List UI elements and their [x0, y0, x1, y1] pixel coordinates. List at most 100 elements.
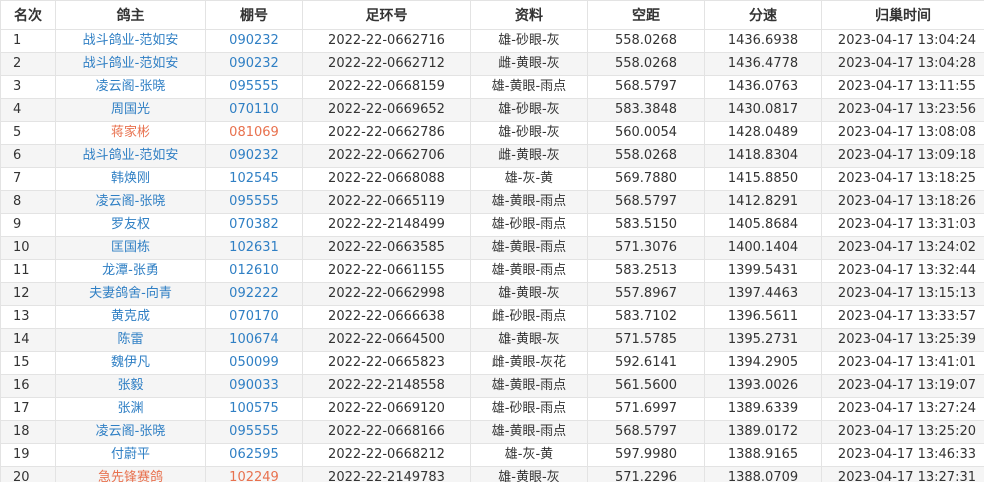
table-row[interactable]: 5 蒋家彬 081069 2022-22-0662786 雄-砂眼-灰 560.0054 1… [0, 121, 984, 145]
cell-loft-link[interactable]: 102545 [205, 167, 303, 191]
cell-arrival-time: 2023-04-17 13:24:02 [821, 236, 984, 260]
cell-rank: 19 [0, 443, 56, 467]
cell-owner-link[interactable]: 匡国栋 [55, 236, 206, 260]
table-row[interactable]: 11 龙潭-张勇 012610 2022-22-0661155 雄-黄眼-雨点 583.2… [0, 259, 984, 283]
header-loft[interactable]: 棚号 [205, 0, 303, 30]
cell-owner-link[interactable]: 魏伊凡 [55, 351, 206, 375]
table-row[interactable]: 3 凌云阁-张晓 095555 2022-22-0668159 雄-黄眼-雨点 568.5… [0, 75, 984, 99]
cell-ring-number: 2022-22-0664500 [302, 328, 471, 352]
table-row[interactable]: 10 匡国栋 102631 2022-22-0663585 雄-黄眼-雨点 571.307… [0, 236, 984, 260]
cell-info: 雄-砂眼-灰 [470, 29, 588, 53]
cell-loft-link[interactable]: 050099 [205, 351, 303, 375]
cell-owner-link[interactable]: 战斗鸽业-范如安 [55, 29, 206, 53]
cell-loft-link[interactable]: 070110 [205, 98, 303, 122]
cell-arrival-time: 2023-04-17 13:04:24 [821, 29, 984, 53]
cell-owner-link[interactable]: 蒋家彬 [55, 121, 206, 145]
cell-owner-link[interactable]: 战斗鸽业-范如安 [55, 52, 206, 76]
cell-arrival-time: 2023-04-17 13:15:13 [821, 282, 984, 306]
cell-owner-link[interactable]: 张毅 [55, 374, 206, 398]
cell-info: 雄-黄眼-雨点 [470, 75, 588, 99]
cell-loft-link[interactable]: 070170 [205, 305, 303, 329]
header-speed[interactable]: 分速 [704, 0, 822, 30]
table-row[interactable]: 19 付蔚平 062595 2022-22-0668212 雄-灰-黄 597.9980 1… [0, 443, 984, 467]
table-row[interactable]: 15 魏伊凡 050099 2022-22-0665823 雌-黄眼-灰花 592.614… [0, 351, 984, 375]
table-row[interactable]: 1 战斗鸽业-范如安 090232 2022-22-0662716 雄-砂眼-灰 558.… [0, 29, 984, 53]
cell-loft-link[interactable]: 062595 [205, 443, 303, 467]
cell-ring-number: 2022-22-2148499 [302, 213, 471, 237]
header-info[interactable]: 资料 [470, 0, 588, 30]
table-row[interactable]: 14 陈雷 100674 2022-22-0664500 雄-黄眼-灰 571.5785 1… [0, 328, 984, 352]
header-rank[interactable]: 名次 [0, 0, 56, 30]
cell-owner-link[interactable]: 韩焕刚 [55, 167, 206, 191]
cell-speed: 1436.6938 [704, 29, 822, 53]
table-row[interactable]: 9 罗友权 070382 2022-22-2148499 雄-砂眼-雨点 583.5150… [0, 213, 984, 237]
cell-owner-link[interactable]: 罗友权 [55, 213, 206, 237]
cell-owner-link[interactable]: 凌云阁-张晓 [55, 75, 206, 99]
cell-arrival-time: 2023-04-17 13:11:55 [821, 75, 984, 99]
cell-loft-link[interactable]: 102249 [205, 466, 303, 482]
cell-arrival-time: 2023-04-17 13:27:31 [821, 466, 984, 482]
cell-loft-link[interactable]: 012610 [205, 259, 303, 283]
cell-owner-link[interactable]: 战斗鸽业-范如安 [55, 144, 206, 168]
cell-rank: 13 [0, 305, 56, 329]
table-row[interactable]: 12 夫妻鸽舍-向青 092222 2022-22-0662998 雄-黄眼-灰 557.… [0, 282, 984, 306]
cell-arrival-time: 2023-04-17 13:32:44 [821, 259, 984, 283]
cell-speed: 1388.9165 [704, 443, 822, 467]
cell-arrival-time: 2023-04-17 13:19:07 [821, 374, 984, 398]
cell-owner-link[interactable]: 付蔚平 [55, 443, 206, 467]
cell-loft-link[interactable]: 100674 [205, 328, 303, 352]
cell-info: 雄-砂眼-灰 [470, 98, 588, 122]
header-time[interactable]: 归巢时间 [821, 0, 984, 30]
cell-loft-link[interactable]: 092222 [205, 282, 303, 306]
cell-distance: 558.0268 [587, 52, 705, 76]
table-row[interactable]: 4 周国光 070110 2022-22-0669652 雄-砂眼-灰 583.3848 1… [0, 98, 984, 122]
cell-owner-link[interactable]: 周国光 [55, 98, 206, 122]
cell-distance: 592.6141 [587, 351, 705, 375]
table-row[interactable]: 17 张渊 100575 2022-22-0669120 雄-砂眼-雨点 571.6997… [0, 397, 984, 421]
table-row[interactable]: 7 韩焕刚 102545 2022-22-0668088 雄-灰-黄 569.7880 14… [0, 167, 984, 191]
cell-loft-link[interactable]: 095555 [205, 75, 303, 99]
cell-owner-link[interactable]: 陈雷 [55, 328, 206, 352]
cell-arrival-time: 2023-04-17 13:31:03 [821, 213, 984, 237]
table-row[interactable]: 6 战斗鸽业-范如安 090232 2022-22-0662706 雌-黄眼-灰 558.… [0, 144, 984, 168]
cell-loft-link[interactable]: 090232 [205, 52, 303, 76]
cell-owner-link[interactable]: 黄克成 [55, 305, 206, 329]
table-header-row: 名次 鸽主 棚号 足环号 资料 空距 分速 归巢时间 [0, 0, 984, 30]
cell-loft-link[interactable]: 090232 [205, 144, 303, 168]
table-row[interactable]: 8 凌云阁-张晓 095555 2022-22-0665119 雄-黄眼-雨点 568.5… [0, 190, 984, 214]
cell-distance: 569.7880 [587, 167, 705, 191]
cell-loft-link[interactable]: 070382 [205, 213, 303, 237]
cell-loft-link[interactable]: 081069 [205, 121, 303, 145]
header-ring[interactable]: 足环号 [302, 0, 471, 30]
table-row[interactable]: 2 战斗鸽业-范如安 090232 2022-22-0662712 雌-黄眼-灰 558.… [0, 52, 984, 76]
cell-loft-link[interactable]: 090232 [205, 29, 303, 53]
cell-speed: 1436.4778 [704, 52, 822, 76]
cell-speed: 1397.4463 [704, 282, 822, 306]
cell-distance: 557.8967 [587, 282, 705, 306]
table-row[interactable]: 18 凌云阁-张晓 095555 2022-22-0668166 雄-黄眼-雨点 568.… [0, 420, 984, 444]
cell-speed: 1436.0763 [704, 75, 822, 99]
cell-loft-link[interactable]: 095555 [205, 190, 303, 214]
cell-owner-link[interactable]: 凌云阁-张晓 [55, 420, 206, 444]
cell-arrival-time: 2023-04-17 13:27:24 [821, 397, 984, 421]
results-table-container: 名次 鸽主 棚号 足环号 资料 空距 分速 归巢时间 1 战斗鸽业-范如安 0902… [0, 0, 984, 482]
cell-loft-link[interactable]: 100575 [205, 397, 303, 421]
cell-owner-link[interactable]: 张渊 [55, 397, 206, 421]
cell-owner-link[interactable]: 凌云阁-张晓 [55, 190, 206, 214]
cell-ring-number: 2022-22-0662716 [302, 29, 471, 53]
cell-owner-link[interactable]: 龙潭-张勇 [55, 259, 206, 283]
cell-info: 雄-黄眼-雨点 [470, 259, 588, 283]
cell-speed: 1428.0489 [704, 121, 822, 145]
cell-owner-link[interactable]: 夫妻鸽舍-向青 [55, 282, 206, 306]
cell-loft-link[interactable]: 102631 [205, 236, 303, 260]
cell-loft-link[interactable]: 095555 [205, 420, 303, 444]
table-row[interactable]: 20 急先锋赛鸽 102249 2022-22-2149783 雄-黄眼-灰 571.22… [0, 466, 984, 482]
header-distance[interactable]: 空距 [587, 0, 705, 30]
cell-rank: 17 [0, 397, 56, 421]
cell-loft-link[interactable]: 090033 [205, 374, 303, 398]
cell-owner-link[interactable]: 急先锋赛鸽 [55, 466, 206, 482]
table-row[interactable]: 13 黄克成 070170 2022-22-0666638 雌-砂眼-雨点 583.710… [0, 305, 984, 329]
table-row[interactable]: 16 张毅 090033 2022-22-2148558 雄-黄眼-雨点 561.5600… [0, 374, 984, 398]
header-owner[interactable]: 鸽主 [55, 0, 206, 30]
cell-ring-number: 2022-22-0662706 [302, 144, 471, 168]
